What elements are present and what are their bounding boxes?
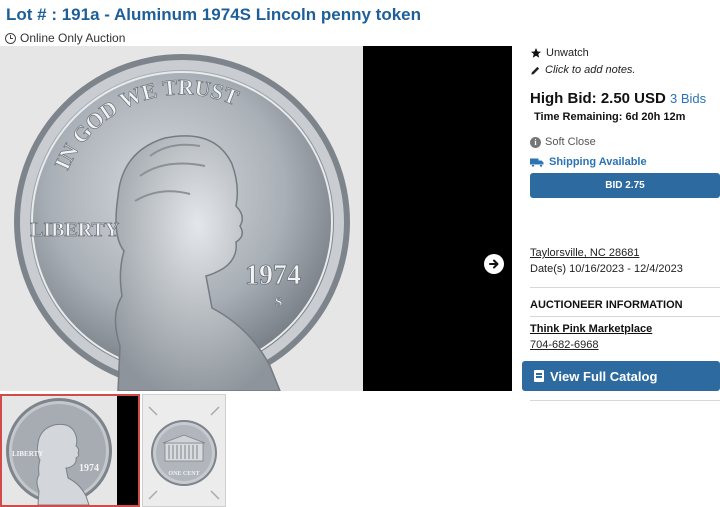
soft-close: i Soft Close (530, 136, 596, 148)
auctioneer-heading: AUCTIONEER INFORMATION (530, 299, 683, 311)
auction-type-label: Online Only Auction (20, 31, 126, 45)
thumbnail-obverse-image: LIBERTY 1974 (2, 396, 138, 505)
divider (530, 287, 720, 288)
add-notes-label: Click to add notes. (545, 64, 636, 76)
lot-detail-page: Lot # : 191a - Aluminum 1974S Lincoln pe… (0, 0, 720, 507)
unwatch-label: Unwatch (546, 47, 589, 59)
coin-year: 1974 (245, 260, 301, 291)
auction-type: Online Only Auction (5, 31, 125, 45)
shipping-label: Shipping Available (549, 156, 647, 168)
shipping-available: Shipping Available (530, 156, 647, 168)
next-image-button[interactable] (484, 254, 504, 274)
truck-icon (530, 158, 544, 167)
catalog-button-label: View Full Catalog (550, 368, 658, 384)
coin-mint-mark: S (275, 294, 282, 309)
divider (530, 400, 720, 401)
high-bid-label: High Bid: 2.50 USD (530, 90, 666, 107)
bid-button[interactable]: BID 2.75 (530, 173, 720, 198)
clock-icon (5, 32, 16, 44)
coin-liberty: LIBERTY (30, 219, 120, 241)
bid-count-link[interactable]: 3 Bids (670, 91, 706, 106)
auctioneer-phone-link[interactable]: 704-682-6968 (530, 339, 599, 351)
auctioneer-name-link[interactable]: Think Pink Marketplace (530, 323, 652, 335)
auction-dates: Date(s) 10/16/2023 - 12/4/2023 (530, 263, 683, 275)
image-viewer[interactable]: IN GOD WE TRUST LIBERTY 1974 S (0, 46, 512, 391)
arrow-right-icon (489, 259, 499, 269)
thumbnail-reverse-image: ONE CENT (143, 395, 225, 506)
time-remaining: Time Remaining: 6d 20h 12m (534, 111, 686, 123)
thumbnail-liberty: LIBERTY (12, 450, 43, 458)
coin-obverse-graphic: IN GOD WE TRUST LIBERTY 1974 S (0, 46, 363, 391)
unwatch-link[interactable]: Unwatch (530, 47, 589, 59)
thumbnail-year: 1974 (79, 463, 99, 474)
book-icon (534, 370, 544, 382)
info-icon: i (530, 136, 541, 148)
thumbnail-one-cent: ONE CENT (168, 471, 199, 477)
lot-title: Lot # : 191a - Aluminum 1974S Lincoln pe… (6, 5, 422, 24)
view-full-catalog-button[interactable]: View Full Catalog (522, 361, 720, 391)
thumbnail-reverse[interactable]: ONE CENT (142, 394, 226, 507)
star-icon (531, 48, 541, 58)
add-notes-link[interactable]: Click to add notes. (530, 64, 636, 76)
high-bid: High Bid: 2.50 USD 3 Bids (530, 90, 706, 107)
soft-close-label: Soft Close (545, 136, 596, 148)
coin-main-image: IN GOD WE TRUST LIBERTY 1974 S (0, 46, 363, 391)
location-link[interactable]: Taylorsville, NC 28681 (530, 247, 639, 259)
divider (530, 316, 720, 317)
pencil-icon (531, 66, 540, 75)
thumbnail-obverse[interactable]: LIBERTY 1974 (0, 394, 140, 507)
